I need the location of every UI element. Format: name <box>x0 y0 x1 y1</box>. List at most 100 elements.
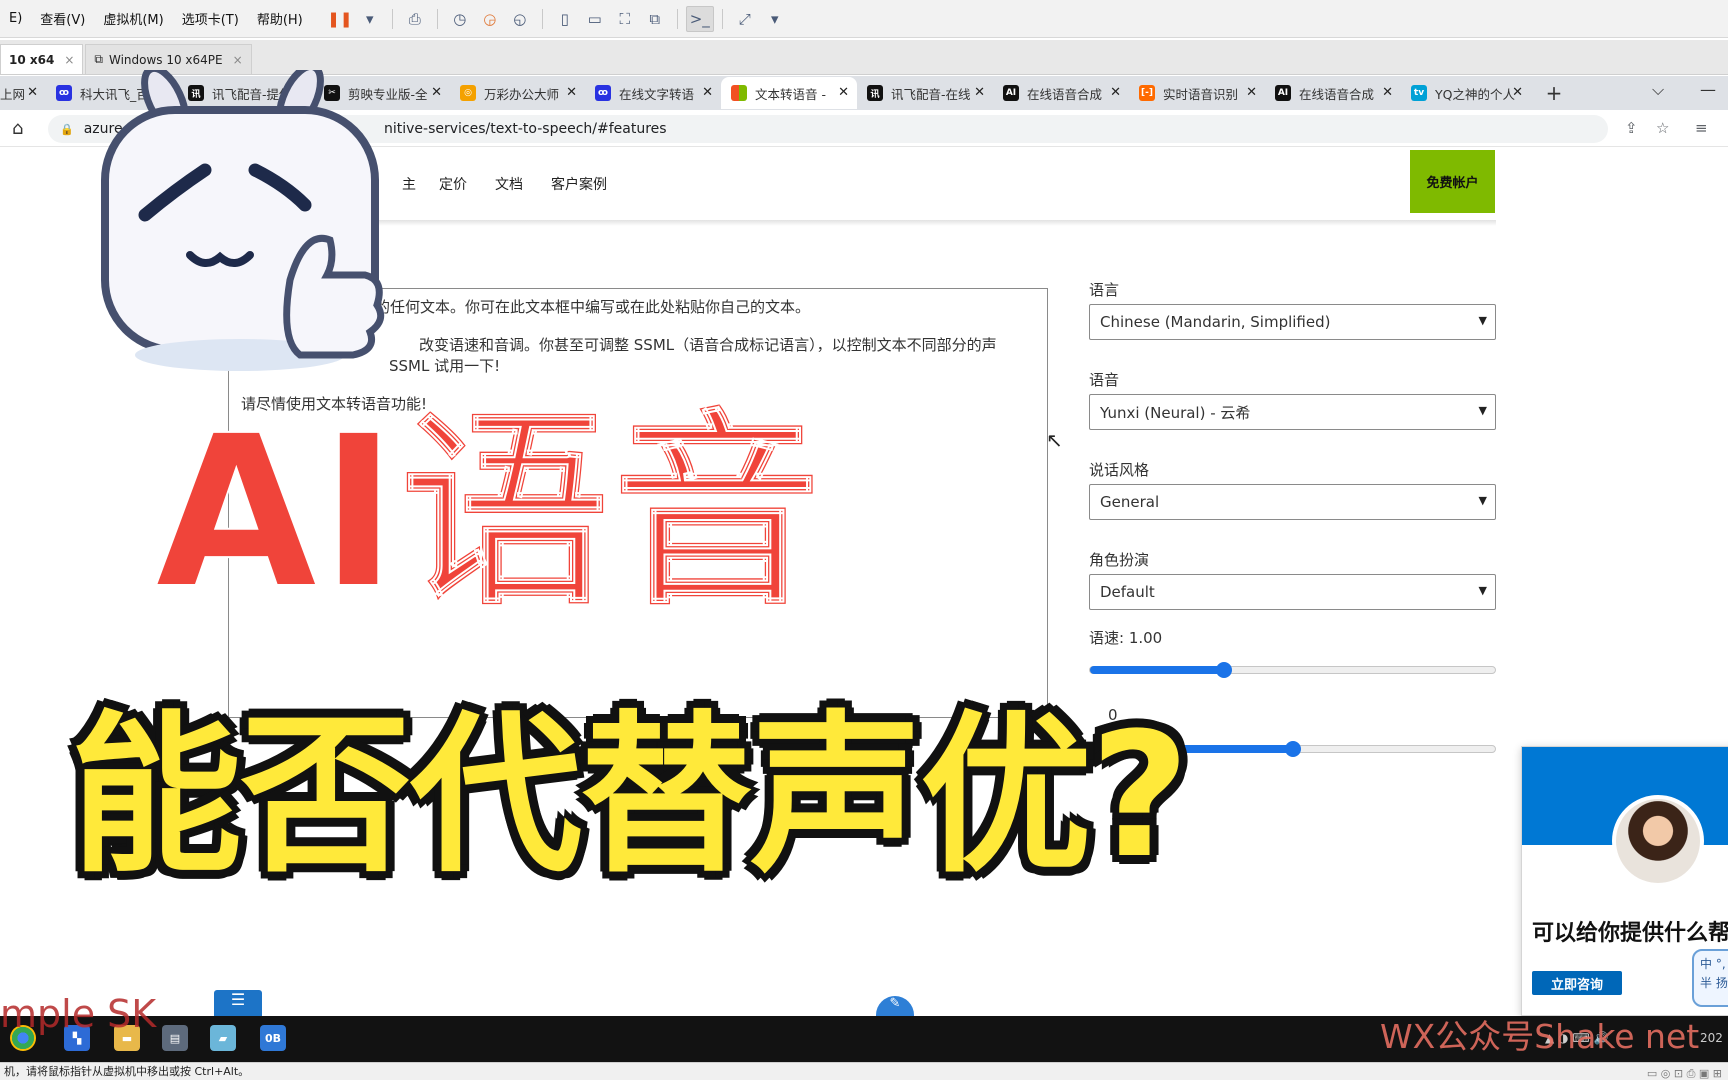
bilibili-icon: tv <box>1411 85 1427 101</box>
nav-docs[interactable]: 文档 <box>495 174 523 194</box>
pitch-slider-thumb[interactable] <box>1284 741 1301 757</box>
language-value: Chinese (Mandarin, Simplified) <box>1100 313 1331 331</box>
fullscreen-icon[interactable]: ⛶ <box>611 6 639 32</box>
browser-tab[interactable]: 上网 ✕ <box>0 77 46 109</box>
role-label: 角色扮演 <box>1089 551 1150 569</box>
style-label: 说话风格 <box>1089 461 1150 479</box>
tab-title: 实时语音识别 <box>1163 86 1239 102</box>
close-icon[interactable]: ✕ <box>1110 85 1121 100</box>
unity-icon[interactable]: ⧉ <box>641 6 669 32</box>
revert-snapshot-icon[interactable]: ◶ <box>476 6 504 32</box>
close-icon[interactable]: ✕ <box>702 85 713 100</box>
minimize-icon[interactable]: — <box>1700 80 1716 99</box>
vm-toolbar: ❚❚ ▾ ⎙ ◷ ◶ ◵ ▯ ▭ ⛶ ⧉ >_ ⤢ ▾ <box>326 5 789 32</box>
app-0b-label: 0B <box>264 1031 282 1045</box>
close-icon[interactable]: × <box>233 53 243 67</box>
send-keys-icon[interactable]: ⎙ <box>401 6 429 32</box>
stretch-dropdown-icon[interactable]: ▾ <box>761 6 789 32</box>
tab-title: 文本转语音 - <box>755 86 826 102</box>
headline-replace-voice-actor: 能否代替声优? <box>70 695 1190 896</box>
nav-customer-stories[interactable]: 客户案例 <box>551 174 607 194</box>
status-text: 机，请将鼠标指针从虚拟机中移出或按 Ctrl+Alt。 <box>4 1065 250 1078</box>
vm-tab-label: 10 x64 <box>9 52 55 67</box>
tab-search-icon[interactable]: ⌵ <box>1652 80 1664 100</box>
terminal-icon[interactable]: >_ <box>685 5 714 32</box>
chevron-down-icon: ▼ <box>1478 404 1487 417</box>
voice-select[interactable]: Yunxi (Neural) - 云希 ▼ <box>1089 394 1496 430</box>
pause-icon[interactable]: ❚❚ <box>326 6 354 32</box>
console-icon[interactable]: ▭ <box>581 6 609 32</box>
close-icon[interactable]: ✕ <box>431 85 442 100</box>
headline-ai-voice: AI语音 <box>154 390 824 635</box>
browser-tab[interactable]: tv YQ之神的个人 ✕ <box>1401 77 1531 109</box>
chevron-down-icon: ▼ <box>1478 584 1487 597</box>
vm-tab-win10-x64[interactable]: 10 x64 × <box>0 44 84 74</box>
menu-tabs[interactable]: 选项卡(T) <box>173 9 248 28</box>
ai-icon: AI <box>1003 85 1019 101</box>
chevron-down-icon: ▼ <box>1478 314 1487 327</box>
ime-toolbar[interactable]: 中 °, 半 扬 <box>1692 949 1728 1007</box>
browser-tab[interactable]: 讯 讯飞配音-在线 ✕ <box>857 77 993 109</box>
close-icon[interactable]: ✕ <box>1512 85 1523 100</box>
toolbar-divider <box>676 8 678 29</box>
pause-dropdown-icon[interactable]: ▾ <box>356 6 384 32</box>
browser-tab[interactable]: AI 在线语音合成 ✕ <box>1265 77 1401 109</box>
mouse-cursor-icon: ↖ <box>1046 428 1063 452</box>
chat-widget[interactable]: 可以给你提供什么帮 立即咨询 中 °, 半 扬 <box>1521 746 1728 1016</box>
snapshot-manager-icon[interactable]: ◵ <box>506 6 534 32</box>
browser-tab[interactable]: ꝏ 在线文字转语 ✕ <box>585 77 721 109</box>
browser-tab[interactable]: [-] 实时语音识别 ✕ <box>1129 77 1265 109</box>
ime-line: 半 扬 <box>1700 976 1728 990</box>
menu-edit[interactable]: E) <box>0 11 31 26</box>
lock-icon[interactable]: 🔒 <box>60 123 74 136</box>
share-icon[interactable]: ⇪ <box>1625 119 1638 137</box>
new-tab-button[interactable]: + <box>1539 81 1569 105</box>
speed-label: 语速: 1.00 <box>1089 629 1163 647</box>
aliyun-icon: [-] <box>1139 85 1155 101</box>
browser-tab-active[interactable]: 文本转语音 - ✕ <box>721 77 857 109</box>
tab-title: 万彩办公大师 <box>484 86 560 102</box>
folder-icon[interactable]: ▤ <box>162 1025 188 1051</box>
close-icon[interactable]: ✕ <box>1246 85 1257 100</box>
reading-list-icon[interactable]: ≡ <box>1695 119 1708 137</box>
browser-tab[interactable]: ◎ 万彩办公大师 ✕ <box>450 77 585 109</box>
menu-vm[interactable]: 虚拟机(M) <box>94 9 172 28</box>
close-icon[interactable]: ✕ <box>27 85 38 100</box>
mascot-sticker <box>101 70 385 371</box>
free-account-button[interactable]: 免费帐户 <box>1410 150 1495 213</box>
xunfei-icon: 讯 <box>867 85 883 101</box>
speed-slider[interactable] <box>1089 662 1496 678</box>
close-icon[interactable]: ✕ <box>1382 85 1393 100</box>
style-value: General <box>1100 493 1160 511</box>
sidebar-icon[interactable]: ▯ <box>551 6 579 32</box>
url-end: nitive-services/text-to-speech/#features <box>384 121 667 137</box>
close-icon[interactable]: × <box>64 53 74 67</box>
stretch-icon[interactable]: ⤢ <box>731 6 759 32</box>
menu-view[interactable]: 查看(V) <box>31 9 94 28</box>
watermark-left: mple SK <box>0 992 157 1036</box>
settings-button[interactable]: ☰ <box>214 990 262 1016</box>
ai-icon: AI <box>1275 85 1291 101</box>
role-play-select[interactable]: Default ▼ <box>1089 574 1496 610</box>
speed-slider-thumb[interactable] <box>1215 662 1232 678</box>
nav-pricing[interactable]: 定价 <box>439 174 467 194</box>
language-label: 语言 <box>1089 281 1120 299</box>
device-status-icons[interactable]: ▭ ◎ ⊡ ⎙ ▣ ⊞ <box>1647 1065 1722 1080</box>
close-icon[interactable]: ✕ <box>838 85 849 100</box>
chevron-down-icon: ▼ <box>1478 494 1487 507</box>
close-icon[interactable]: ✕ <box>974 85 985 100</box>
menu-help[interactable]: 帮助(H) <box>248 9 312 28</box>
edit-icon[interactable]: ✎ <box>876 996 914 1018</box>
speaking-style-select[interactable]: General ▼ <box>1089 484 1496 520</box>
consult-now-button[interactable]: 立即咨询 <box>1532 971 1622 995</box>
home-icon[interactable]: ⌂ <box>12 118 23 139</box>
snapshot-icon[interactable]: ◷ <box>446 6 474 32</box>
browser-tab[interactable]: AI 在线语音合成 ✕ <box>993 77 1129 109</box>
notepad-icon[interactable]: ▰ <box>210 1025 236 1051</box>
bookmark-star-icon[interactable]: ☆ <box>1656 119 1669 137</box>
baidu-paw-icon: ꝏ <box>595 85 611 101</box>
clock[interactable]: 202 <box>1700 1031 1723 1045</box>
app-0b-icon[interactable]: 0B <box>260 1025 286 1051</box>
close-icon[interactable]: ✕ <box>566 85 577 100</box>
language-select[interactable]: Chinese (Mandarin, Simplified) ▼ <box>1089 304 1496 340</box>
